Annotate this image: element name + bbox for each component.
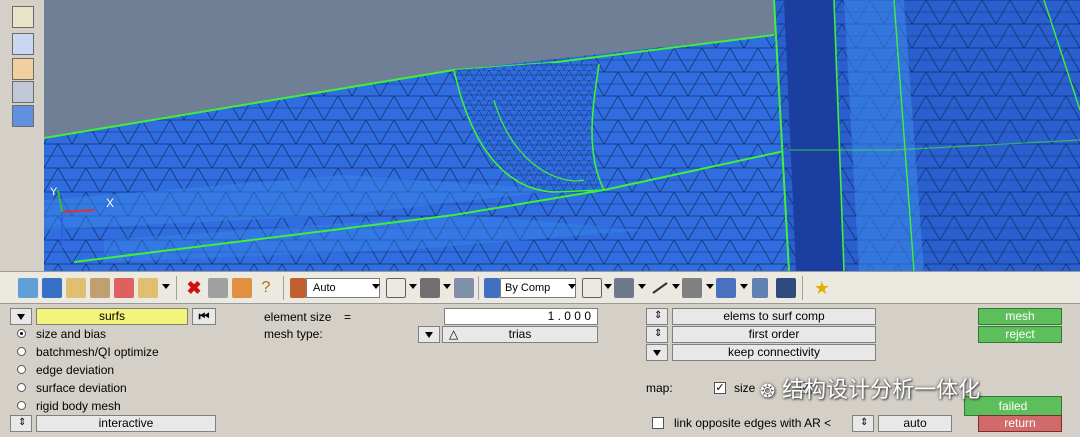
watermark: ❂ 结构设计分析一体化 — [760, 378, 981, 403]
radio-label: surface deviation — [36, 381, 127, 395]
interactive-button[interactable]: interactive — [36, 415, 216, 432]
radio-rigid-body-mesh[interactable] — [17, 401, 26, 410]
auto-button[interactable]: auto — [878, 415, 952, 432]
label-abc-red-icon[interactable] — [12, 58, 34, 80]
wireframe-icon[interactable] — [386, 278, 406, 298]
chevron-down-icon[interactable] — [740, 284, 748, 289]
radio-edge-deviation[interactable] — [17, 365, 26, 374]
radio-batchmesh[interactable] — [17, 347, 26, 356]
graphics-viewport[interactable]: X Y — [44, 0, 1080, 271]
axis-x-label: X — [106, 196, 115, 210]
chevron-down-icon[interactable] — [706, 284, 714, 289]
surfs-collector[interactable]: surfs — [36, 308, 188, 325]
unmask-icon[interactable] — [232, 278, 252, 298]
elems-toggle[interactable]: ⇕ — [646, 308, 668, 325]
axis-y-label: Y — [50, 186, 58, 198]
toolbar-separator — [478, 276, 479, 300]
color-by-combo[interactable]: By Comp — [500, 278, 576, 298]
radio-label: size and bias — [36, 327, 107, 341]
chevron-down-icon — [653, 350, 661, 356]
mesh-type-button[interactable]: △ trias — [442, 326, 598, 343]
radio-label: edge deviation — [36, 363, 115, 377]
mesh-button[interactable]: mesh — [978, 308, 1062, 325]
wechat-icon: ❂ — [760, 381, 776, 402]
up-down-arrow-icon: ⇕ — [654, 310, 663, 321]
reset-icon[interactable]: ⏮ — [192, 308, 216, 325]
help-icon[interactable]: ? — [256, 278, 276, 298]
label-abc-icon[interactable] — [12, 33, 34, 55]
link-opposite-edges-label: link opposite edges with AR < — [674, 416, 832, 430]
fit-icon[interactable] — [66, 278, 86, 298]
chevron-down-icon[interactable] — [604, 284, 612, 289]
order-toggle[interactable]: ⇕ — [646, 326, 668, 343]
transparency-icon[interactable] — [716, 278, 736, 298]
keep-connectivity-button[interactable]: keep connectivity — [672, 344, 876, 361]
delete-icon[interactable]: ✖ — [184, 278, 204, 298]
elems-to-surf-comp-button[interactable]: elems to surf comp — [672, 308, 876, 325]
up-down-arrow-icon: ⇕ — [654, 328, 663, 339]
distance-icon[interactable] — [12, 81, 34, 103]
import-icon[interactable] — [114, 278, 134, 298]
toolbar-separator — [802, 276, 803, 300]
radio-label: rigid body mesh — [36, 399, 121, 413]
mesh-type-toggle[interactable] — [418, 326, 440, 343]
chevron-down-icon[interactable] — [672, 284, 680, 289]
chevron-down-icon — [425, 332, 433, 338]
link-opposite-edges-checkbox[interactable] — [652, 417, 664, 429]
shaded-icon[interactable] — [42, 278, 62, 298]
element-size-input[interactable]: 1 . 0 0 0 — [444, 308, 598, 325]
left-toolbar — [0, 0, 45, 271]
element-size-label: element size — [264, 310, 332, 324]
layers-icon[interactable] — [682, 278, 702, 298]
line-icon[interactable] — [650, 278, 670, 298]
surfs-selector-toggle[interactable] — [10, 308, 32, 325]
mesh-type-value: trias — [508, 327, 532, 341]
shaded-elements-icon[interactable] — [420, 278, 440, 298]
up-down-arrow-icon: ⇕ — [18, 417, 27, 428]
equals-sign: = — [344, 310, 352, 324]
display-mode-combo[interactable]: Auto — [306, 278, 380, 298]
mesh-model — [44, 0, 1080, 271]
by-comp-icon[interactable] — [484, 278, 500, 298]
chevron-down-icon — [17, 314, 25, 320]
automesh-panel: surfs ⏮ element size = 1 . 0 0 0 ⇕ elems… — [0, 304, 1080, 437]
return-button[interactable]: return — [978, 415, 1062, 432]
color-mode-icon[interactable] — [290, 278, 306, 298]
mask-icon[interactable] — [208, 278, 228, 298]
chevron-down-icon[interactable] — [443, 284, 451, 289]
radio-size-and-bias[interactable] — [17, 329, 26, 338]
chevron-down-icon[interactable] — [162, 284, 170, 289]
size-checkbox[interactable]: ✓ — [714, 382, 726, 394]
up-down-arrow-icon: ⇕ — [860, 417, 869, 428]
geometry-icon[interactable] — [90, 278, 110, 298]
chevron-down-icon[interactable] — [638, 284, 646, 289]
components-icon[interactable] — [18, 278, 38, 298]
radio-surface-deviation[interactable] — [17, 383, 26, 392]
surface-icon[interactable] — [12, 105, 34, 127]
mesh-type-label: mesh type: — [264, 327, 323, 341]
export-icon[interactable] — [138, 278, 158, 298]
chevron-down-icon[interactable] — [372, 284, 380, 289]
triangle-icon: △ — [449, 327, 459, 341]
toolbar-separator — [283, 276, 284, 300]
map-label: map: — [646, 381, 673, 395]
auto-toggle[interactable]: ⇕ — [852, 415, 874, 432]
interactive-toggle[interactable]: ⇕ — [10, 415, 32, 432]
connectivity-toggle[interactable] — [646, 344, 668, 361]
first-order-button[interactable]: first order — [672, 326, 876, 343]
element-shading-icon[interactable] — [614, 278, 634, 298]
chevron-down-icon[interactable] — [568, 284, 576, 289]
main-toolbar: ✖ ? Auto By Comp ★ — [0, 271, 1080, 304]
angle-measure-icon[interactable] — [12, 6, 34, 28]
toolbar-separator — [176, 276, 177, 300]
mesh-lines-icon[interactable] — [582, 278, 602, 298]
star-icon[interactable]: ★ — [812, 278, 832, 298]
solid-icon[interactable] — [454, 278, 474, 298]
features-icon[interactable] — [752, 278, 768, 298]
radio-label: batchmesh/QI optimize — [36, 345, 159, 359]
reject-button[interactable]: reject — [978, 326, 1062, 343]
size-label: size — [734, 381, 756, 395]
chevron-down-icon[interactable] — [409, 284, 417, 289]
monitor-icon[interactable] — [776, 278, 796, 298]
